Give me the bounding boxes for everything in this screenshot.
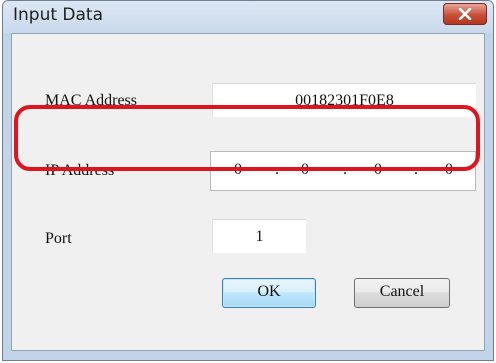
dialog-body: MAC Address 00182301F0E8 IP Address 0 . … [11,33,485,351]
ip-address-label: IP Address [45,162,115,179]
cancel-button[interactable]: Cancel [354,278,450,308]
ip-separator-2: . [343,161,347,178]
port-label: Port [45,230,72,247]
mac-address-field[interactable]: 00182301F0E8 [212,83,476,117]
port-field[interactable]: 1 [212,219,306,253]
ip-octet-4[interactable]: 0 [445,161,453,179]
ip-octet-3[interactable]: 0 [374,161,382,179]
input-data-dialog: Input Data MAC Address 00182301F0E8 IP A… [2,0,494,361]
ip-address-field[interactable]: 0 . 0 . 0 . 0 [210,151,476,191]
ip-separator-1: . [275,161,279,178]
close-icon [458,8,472,20]
ip-octet-2[interactable]: 0 [301,161,309,179]
mac-address-value: 00182301F0E8 [295,91,394,109]
ip-octet-1[interactable]: 0 [234,161,242,179]
close-button[interactable] [443,3,487,25]
title-bar[interactable]: Input Data [3,1,493,33]
ip-separator-3: . [414,161,418,178]
window-title: Input Data [13,5,104,25]
ok-button[interactable]: OK [222,278,316,308]
port-value: 1 [255,227,264,245]
mac-address-label: MAC Address [45,92,138,109]
